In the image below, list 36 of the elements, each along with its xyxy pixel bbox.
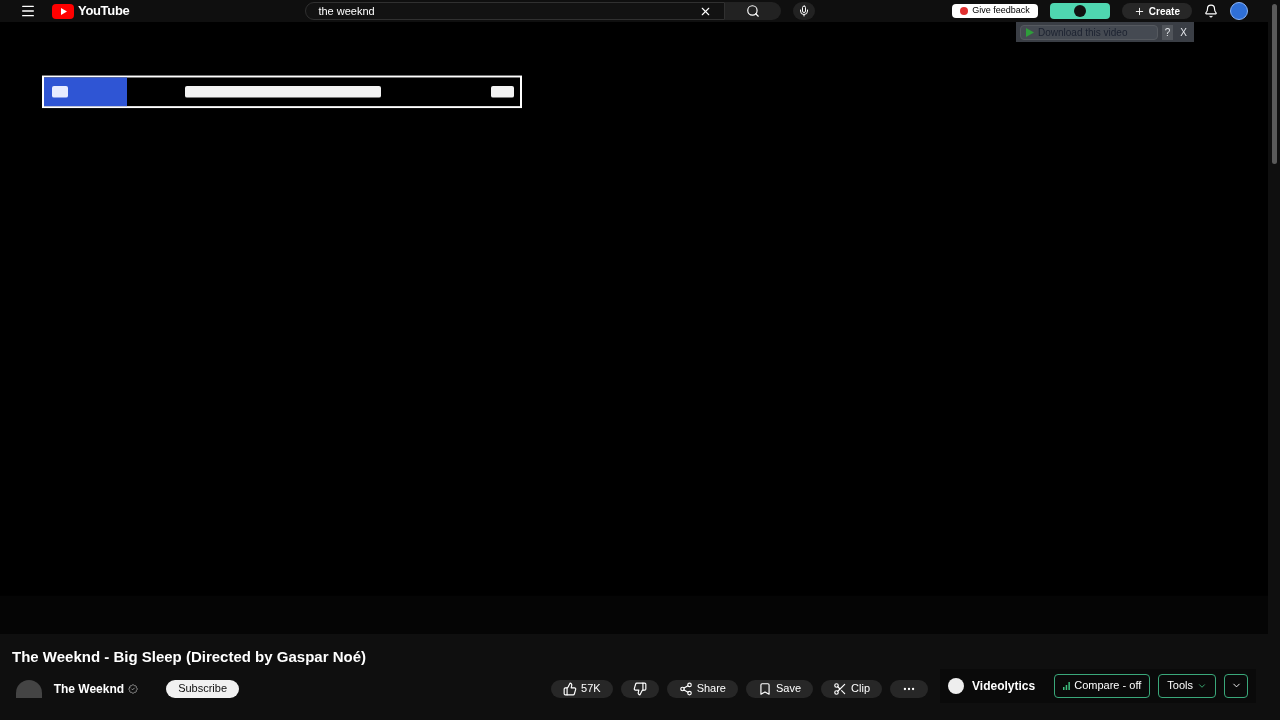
logo-text: YouTube <box>78 2 130 21</box>
avatar[interactable] <box>1230 2 1248 20</box>
dislike-button[interactable] <box>620 679 659 698</box>
videolytics-logo-icon <box>948 677 964 694</box>
clip-button[interactable]: Clip <box>821 679 882 698</box>
menu-icon[interactable] <box>20 3 36 19</box>
feedback-button[interactable]: Give feedback <box>952 4 1038 18</box>
like-button[interactable]: 57K <box>551 679 613 698</box>
scissors-icon <box>833 681 848 696</box>
close-button[interactable]: X <box>1177 24 1190 40</box>
mic-button[interactable] <box>793 2 816 20</box>
search-icon <box>746 4 761 18</box>
share-button[interactable]: Share <box>666 679 738 698</box>
bar-chart-icon <box>1063 681 1071 690</box>
videolytics-name: Videolytics <box>972 677 1036 695</box>
bookmark-icon <box>758 681 772 696</box>
thumbs-up-icon <box>563 681 578 696</box>
video-title: The Weeknd - Big Sleep (Directed by Gaspar Noé) <box>12 647 367 667</box>
thumbs-down-icon <box>632 681 647 696</box>
share-icon <box>678 681 693 696</box>
mic-icon <box>798 5 811 17</box>
play-icon <box>1025 27 1034 37</box>
channel-name[interactable]: The Weeknd <box>53 679 125 698</box>
help-button[interactable]: ? <box>1161 24 1174 40</box>
expand-button[interactable] <box>1224 673 1248 698</box>
extension-button[interactable] <box>1049 3 1110 19</box>
search-field[interactable]: the weeknd <box>305 2 726 20</box>
notifications-icon[interactable] <box>1204 4 1218 18</box>
play-logo-icon <box>52 3 74 19</box>
tools-button[interactable]: Tools <box>1158 673 1216 698</box>
plus-icon <box>1133 5 1145 17</box>
search-button[interactable] <box>725 2 782 20</box>
subscribe-button[interactable]: Subscribe <box>166 679 240 698</box>
save-button[interactable]: Save <box>746 679 814 698</box>
create-button[interactable]: Create <box>1121 3 1192 19</box>
compare-button[interactable]: Compare - off <box>1054 673 1151 698</box>
